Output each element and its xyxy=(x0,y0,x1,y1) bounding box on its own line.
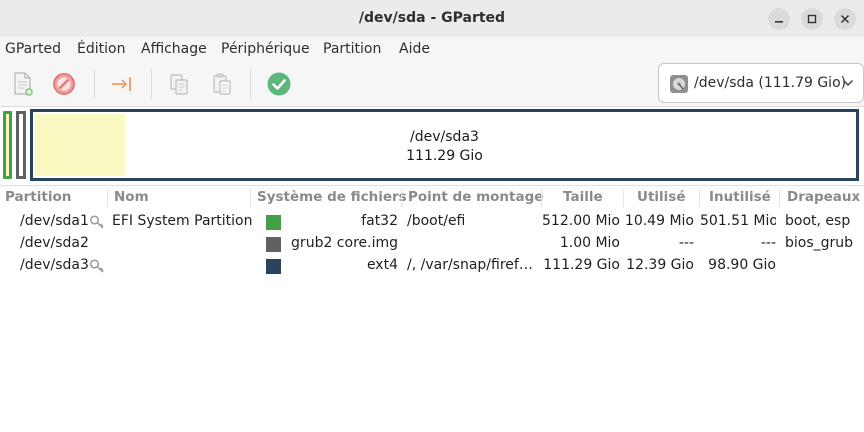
no-entry-icon xyxy=(53,73,75,95)
column-header-drapeaux[interactable]: Drapeaux xyxy=(787,189,860,205)
menu-peripherique[interactable]: Périphérique xyxy=(221,41,310,57)
minimize-button[interactable] xyxy=(768,8,790,30)
disk-segment-sda1[interactable] xyxy=(3,111,12,179)
cell-size: 512.00 Mio xyxy=(542,213,620,229)
cell-mountpoint: /boot/efi xyxy=(407,213,466,229)
close-icon xyxy=(840,14,850,24)
cell-unused: 98.90 Gio xyxy=(708,257,776,273)
menu-affichage[interactable]: Affichage xyxy=(141,41,207,57)
column-separator xyxy=(699,189,700,207)
table-row[interactable]: /dev/sda3 ext4 /, /var/snap/firef… 111.2… xyxy=(0,256,864,278)
disk-segment-sda2[interactable] xyxy=(16,111,26,179)
toolbar-separator xyxy=(250,69,251,99)
column-header-mountpoint[interactable]: Point de montage xyxy=(408,189,543,205)
title-bar: /dev/sda - GParted xyxy=(0,0,864,37)
resize-move-button[interactable] xyxy=(107,69,137,99)
column-separator xyxy=(107,189,108,207)
key-icon xyxy=(89,259,104,273)
copy-icon xyxy=(170,74,188,95)
table-row[interactable]: /dev/sda2 grub2 core.img 1.00 Mio --- --… xyxy=(0,234,864,256)
maximize-icon xyxy=(807,14,817,24)
cell-mountpoint: /, /var/snap/firef… xyxy=(407,257,533,273)
column-separator xyxy=(250,189,251,207)
menu-partition[interactable]: Partition xyxy=(323,41,381,57)
filesystem-color-swatch xyxy=(266,259,281,274)
column-header-inutilise[interactable]: Inutilisé xyxy=(709,189,771,205)
new-partition-button[interactable] xyxy=(8,69,38,99)
cell-used: 10.49 Mio xyxy=(624,213,694,229)
delete-partition-button[interactable] xyxy=(49,69,79,99)
chevron-down-icon xyxy=(842,79,854,87)
partition-table: Partition Nom Système de fichiers Point … xyxy=(0,185,864,432)
column-header-nom[interactable]: Nom xyxy=(114,189,149,205)
toolbar-separator xyxy=(151,69,152,99)
column-separator xyxy=(779,189,780,207)
device-selector[interactable]: /dev/sda (111.79 Gio) xyxy=(658,63,864,103)
cell-filesystem: grub2 core.img xyxy=(291,235,398,251)
disk-icon xyxy=(670,75,688,93)
cell-name: EFI System Partition xyxy=(112,213,253,229)
device-label: /dev/sda (111.79 Gio) xyxy=(694,75,847,91)
apply-button[interactable] xyxy=(264,69,294,99)
column-separator xyxy=(623,189,624,207)
toolbar: /dev/sda (111.79 Gio) xyxy=(0,61,864,107)
cell-filesystem: fat32 xyxy=(361,213,398,229)
paste-icon xyxy=(213,73,231,95)
table-row[interactable]: /dev/sda1 EFI System Partition fat32 /bo… xyxy=(0,212,864,234)
arrow-right-to-bar-icon xyxy=(112,77,131,91)
cell-used: 12.39 Gio xyxy=(626,257,694,273)
minimize-icon xyxy=(775,21,783,23)
cell-flags: bios_grub xyxy=(785,235,854,251)
menu-gparted[interactable]: GParted xyxy=(5,41,61,57)
cell-used: --- xyxy=(678,235,694,251)
disk-segment-sda3[interactable]: /dev/sda3 111.29 Gio xyxy=(30,109,859,181)
column-header-utilise[interactable]: Utilisé xyxy=(637,189,686,205)
window-title: /dev/sda - GParted xyxy=(358,10,506,26)
used-space-bar xyxy=(35,114,125,176)
cell-size: 1.00 Mio xyxy=(559,235,620,251)
cell-unused: --- xyxy=(760,235,776,251)
new-file-icon xyxy=(14,72,33,96)
table-header: Partition Nom Système de fichiers Point … xyxy=(0,186,864,210)
segment-size: 111.29 Gio xyxy=(406,148,483,164)
paste-button[interactable] xyxy=(207,69,237,99)
cell-filesystem: ext4 xyxy=(366,257,398,273)
filesystem-color-swatch xyxy=(266,215,281,230)
maximize-button[interactable] xyxy=(801,8,823,30)
column-separator xyxy=(541,189,542,207)
cell-size: 111.29 Gio xyxy=(543,257,620,273)
column-header-taille[interactable]: Taille xyxy=(563,189,603,205)
menu-edition[interactable]: Édition xyxy=(77,41,125,57)
cell-partition: /dev/sda3 xyxy=(20,257,89,273)
check-icon xyxy=(267,72,291,96)
column-separator xyxy=(401,189,402,207)
column-header-filesystem[interactable]: Système de fichiers xyxy=(257,189,407,205)
segment-name: /dev/sda3 xyxy=(410,129,479,145)
menu-bar: GParted Édition Affichage Périphérique P… xyxy=(0,37,864,61)
cell-partition: /dev/sda2 xyxy=(20,235,89,251)
menu-aide[interactable]: Aide xyxy=(399,41,430,57)
close-button[interactable] xyxy=(834,8,856,30)
filesystem-color-swatch xyxy=(266,237,281,252)
cell-flags: boot, esp xyxy=(785,213,851,229)
toolbar-separator xyxy=(94,69,95,99)
disk-map: /dev/sda3 111.29 Gio xyxy=(0,107,864,183)
cell-unused: 501.51 Mio xyxy=(700,213,776,229)
column-header-partition[interactable]: Partition xyxy=(5,189,71,205)
copy-button[interactable] xyxy=(164,69,194,99)
key-icon xyxy=(89,215,104,229)
cell-partition: /dev/sda1 xyxy=(20,213,89,229)
